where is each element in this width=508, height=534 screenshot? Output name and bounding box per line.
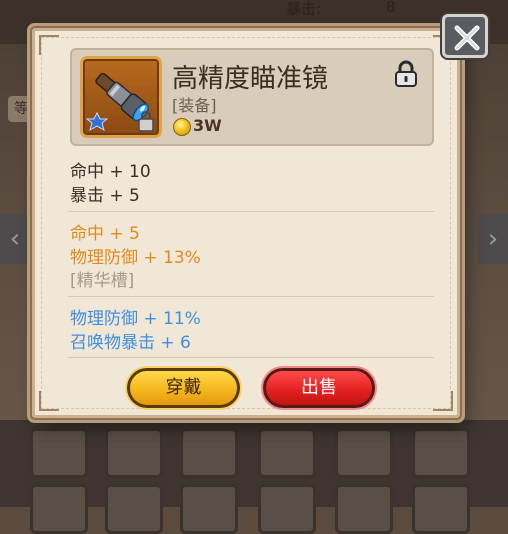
gold-coin-icon [173, 118, 191, 136]
base-stat: 暴击 + 5 [70, 186, 140, 206]
base-stat: 命中 + 10 [70, 162, 151, 182]
inventory-slot[interactable] [180, 484, 238, 534]
inventory-slot[interactable] [335, 428, 393, 478]
background-stat-value: 8 [386, 0, 396, 16]
item-price: 3W [193, 116, 222, 135]
inventory-slot[interactable] [412, 484, 470, 534]
section-divider [68, 296, 434, 297]
corner-ornament [39, 391, 59, 411]
corner-ornament [39, 35, 59, 55]
close-icon [454, 25, 480, 51]
inventory-slot[interactable] [180, 428, 238, 478]
background-side-label: 等 [8, 96, 34, 122]
left-arrow-icon[interactable]: ‹ [0, 214, 30, 264]
inventory-slot[interactable] [412, 428, 470, 478]
inventory-slot[interactable] [258, 484, 316, 534]
right-arrow-icon[interactable]: › [478, 214, 508, 264]
inventory-slot[interactable] [258, 428, 316, 478]
inventory-slot[interactable] [105, 428, 163, 478]
essence-stat: 召唤物暴击 + 6 [70, 333, 191, 353]
item-name: 高精度瞄准镜 [172, 64, 329, 94]
section-divider [68, 211, 434, 212]
background-stat-label: 暴击: [286, 0, 322, 18]
lock-toggle-icon[interactable] [394, 60, 418, 88]
section-divider [68, 357, 434, 358]
inventory-slot[interactable] [30, 484, 88, 534]
essence-stat: 物理防御 + 11% [70, 309, 201, 329]
inventory-slot[interactable] [335, 484, 393, 534]
inventory-slot[interactable] [30, 428, 88, 478]
spyglass-icon [85, 72, 154, 132]
close-button[interactable] [442, 14, 488, 58]
extra-stat: 物理防御 + 13% [70, 248, 201, 268]
item-icon-slot [80, 56, 162, 138]
sell-button[interactable]: 出售 [263, 368, 375, 408]
inventory-slot[interactable] [105, 484, 163, 534]
extra-stat: 命中 + 5 [70, 224, 140, 244]
item-type: [装备] [172, 96, 217, 115]
equip-button[interactable]: 穿戴 [127, 368, 240, 408]
essence-socket-label: [精华槽] [70, 271, 135, 291]
corner-ornament [433, 391, 453, 411]
star-badge-icon [85, 111, 109, 132]
